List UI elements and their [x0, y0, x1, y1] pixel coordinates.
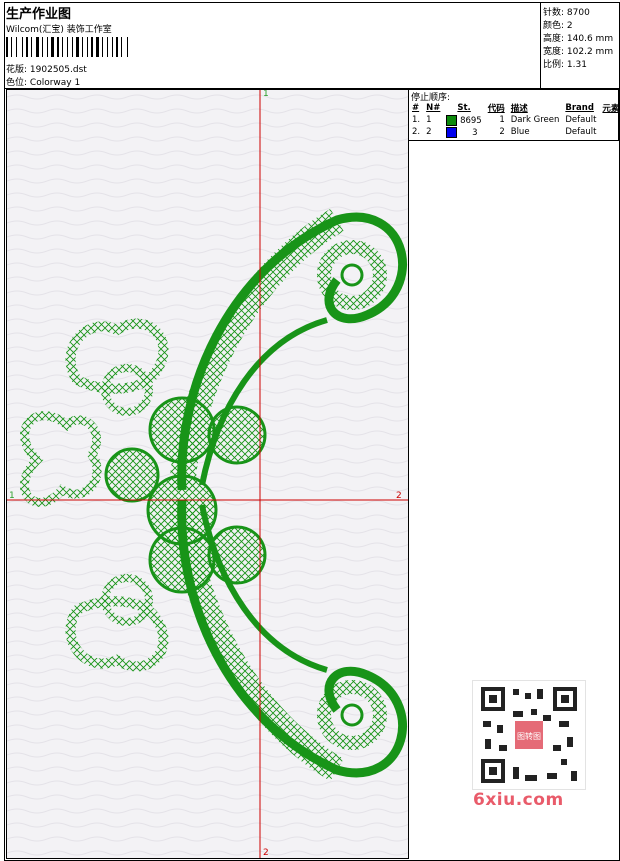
watermark-site: 6xiu.com: [473, 790, 564, 810]
colorway-value: Colorway 1: [29, 78, 81, 88]
colorway-row: 色位: Colorway 1: [6, 75, 80, 88]
company-name: Wilcom(汇宝) 装饰工作室: [6, 25, 112, 35]
page-title: 生产作业图: [6, 7, 72, 22]
design-name-row: 花版: 1902505.dst: [6, 62, 87, 75]
colorway-label: 色位:: [6, 78, 28, 88]
axis-top-label: 1: [263, 89, 269, 99]
stat-scale: 比例: 1.31: [543, 60, 587, 70]
stat-height: 高度: 140.6 mm: [543, 34, 614, 44]
table-header: # N# St. 代码 描述 Brand 元素: [412, 103, 620, 114]
design-canvas[interactable]: 1 2 1 2: [6, 89, 409, 859]
axis-bottom-label: 2: [263, 848, 269, 858]
design-value: 1902505.dst: [29, 65, 87, 75]
color-swatch: [446, 126, 458, 138]
axis-right-label: 2: [396, 491, 402, 501]
table-row[interactable]: 1. 1 8695 1 Dark Green Default: [409, 114, 620, 126]
barcode: [6, 37, 128, 57]
stats-divider: [540, 2, 541, 89]
stat-stitches: 针数: 8700: [543, 8, 590, 18]
axis-left-label: 1: [9, 491, 15, 501]
embroidery-preview: [7, 90, 408, 858]
stop-sequence-table: # N# St. 代码 描述 Brand 元素 1. 1 8695 1 Dark…: [409, 102, 620, 138]
stop-sequence-panel: 停止顺序: # N# St. 代码 描述 Brand 元素 1. 1 8695 …: [409, 89, 619, 141]
table-row[interactable]: 2. 2 3 2 Blue Default: [409, 126, 620, 138]
stat-colors: 颜色: 2: [543, 21, 573, 31]
qr-code: 图转图: [472, 680, 586, 790]
design-label: 花版:: [6, 65, 28, 75]
stat-width: 宽度: 102.2 mm: [543, 47, 614, 57]
stamp-text: 图转图: [517, 731, 541, 741]
color-swatch: [446, 114, 458, 126]
